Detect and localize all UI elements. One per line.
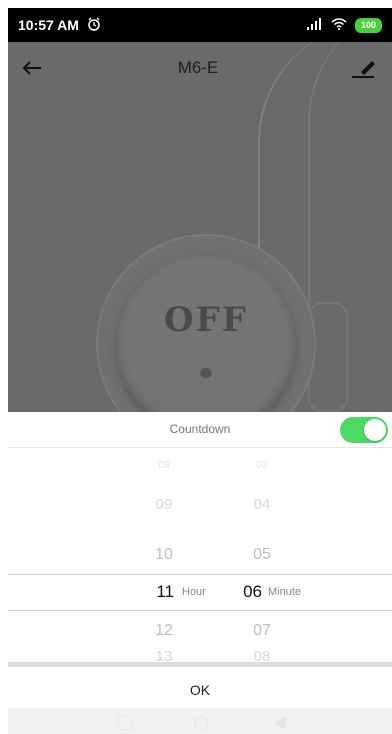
pen-underline-icon[interactable]: [350, 56, 378, 80]
home-icon[interactable]: [194, 716, 208, 730]
device-state-label: OFF: [164, 300, 248, 340]
back-triangle-icon[interactable]: [274, 716, 286, 730]
countdown-row: Countdown: [8, 412, 392, 448]
countdown-label: Countdown: [169, 422, 231, 436]
minute-option[interactable]: 04: [202, 496, 322, 513]
status-bar: 10:57 AM 100: [8, 8, 392, 42]
time-picker[interactable]: 08 09 10 11 Hour 12 13 03 04 05 06 Minut…: [8, 448, 392, 665]
signal-icon: [306, 17, 323, 33]
countdown-toggle[interactable]: [340, 417, 388, 443]
top-app-bar: M6-E: [8, 42, 392, 94]
minute-unit-label: Minute: [268, 586, 302, 598]
indicator-dot: [200, 368, 212, 378]
device-hero: M6-E OFF: [8, 42, 392, 412]
alarm-clock-icon: [87, 17, 101, 34]
status-time: 10:57 AM: [18, 17, 79, 33]
system-nav-bar: [8, 708, 392, 734]
minute-selected[interactable]: 06: [202, 582, 262, 602]
divider: [8, 662, 392, 667]
battery-indicator: 100: [354, 17, 382, 33]
plug-decoration: [308, 302, 348, 412]
minute-option[interactable]: 03: [202, 460, 322, 471]
arrow-left-icon[interactable]: [22, 56, 46, 80]
countdown-sheet: Countdown 08 09 10 11 Hour 12 13 03 04 0…: [8, 412, 392, 734]
hour-selected[interactable]: 11: [104, 582, 174, 602]
minute-option[interactable]: 07: [202, 622, 322, 640]
device-image: OFF: [98, 236, 314, 412]
app-screen: 10:57 AM 100 M6-E OFF Countdown 08 09 10…: [8, 8, 392, 734]
minute-wheel[interactable]: 03 04 05 06 Minute 07 08: [202, 448, 322, 665]
page-title: M6-E: [177, 58, 219, 77]
minute-option[interactable]: 05: [202, 546, 322, 564]
ok-button[interactable]: OK: [8, 674, 392, 706]
wifi-icon: [331, 17, 347, 33]
toggle-knob: [364, 419, 386, 441]
recent-apps-icon[interactable]: [118, 716, 132, 730]
